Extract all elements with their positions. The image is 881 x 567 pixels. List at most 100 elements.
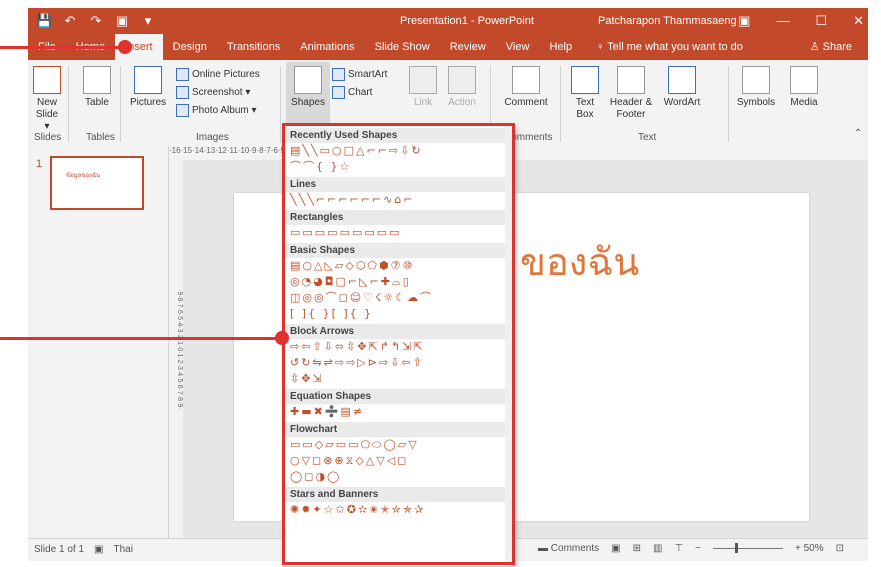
media-button[interactable]: Media [784, 66, 824, 109]
new-slide-button[interactable]: New Slide ▾ [32, 66, 62, 133]
chart-icon [332, 86, 345, 99]
photo-album-button[interactable]: Photo Album ▾ [176, 104, 257, 117]
callout-dot-shapes [275, 331, 289, 345]
ribbon-tabs: File Home Insert Design Transitions Anim… [28, 34, 868, 60]
screenshot-button[interactable]: Screenshot ▾ [176, 86, 250, 99]
language-indicator[interactable]: Thai [114, 544, 133, 555]
fit-slide-icon[interactable]: ⊡ [836, 543, 844, 554]
new-slide-icon [33, 66, 61, 94]
shapes-label: Shapes [291, 97, 325, 108]
shape-row[interactable]: ◯◻◑◯ [284, 469, 513, 485]
header-footer-button[interactable]: Header & Footer [608, 66, 654, 121]
slide-title-text[interactable]: ของฉัน [520, 231, 639, 292]
screenshot-label: Screenshot ▾ [192, 87, 251, 98]
shape-row[interactable]: ⇨⇦⇧⇩⬄⇳✥⇱↱↰⇲⇱ [284, 339, 513, 355]
shape-row[interactable]: ⇳✥⇲ [284, 371, 513, 387]
title-bar: 💾 ↶ ↷ ▣ ▾ Presentation1 - PowerPoint Pat… [28, 8, 868, 34]
link-label: Link [413, 97, 433, 108]
shape-row[interactable]: ⌒⌒{ }☆ [284, 159, 513, 175]
shape-row[interactable]: ▭▭◇▱▭▭⬠⬭◯▱▽ [284, 437, 513, 453]
tab-view[interactable]: View [496, 34, 540, 60]
shape-row[interactable]: ◎◔◕◘▢⌐◺⌐✚⌓▯ [284, 274, 513, 290]
shape-row[interactable]: ◫◎◎⌒◻☺♡☇☼☾☁⌒ [284, 290, 513, 306]
comment-label: Comment [504, 97, 548, 108]
group-label-slides: Slides [34, 132, 62, 143]
comment-icon: ▬ [538, 543, 551, 554]
slideshow-icon[interactable]: ⊤ [674, 543, 683, 554]
pictures-button[interactable]: Pictures [128, 66, 168, 109]
undo-icon[interactable]: ↶ [62, 13, 78, 29]
smartart-button[interactable]: SmartArt [332, 68, 387, 81]
maximize-icon[interactable]: ☐ [815, 13, 827, 29]
ribbon-display-icon[interactable]: ▣ [738, 13, 750, 29]
online-pictures-button[interactable]: Online Pictures [176, 68, 260, 81]
smartart-label: SmartArt [348, 69, 388, 80]
table-button[interactable]: Table [80, 66, 114, 109]
user-name[interactable]: Patcharapon Thammasaeng [598, 15, 737, 27]
pictures-icon [134, 66, 162, 94]
callout-line-insert [0, 46, 124, 49]
redo-icon[interactable]: ↷ [88, 13, 104, 29]
chart-button[interactable]: Chart [332, 86, 372, 99]
gallery-section-header: Rectangles [284, 210, 513, 225]
media-label: Media [790, 97, 818, 108]
close-icon[interactable]: ✕ [853, 13, 864, 29]
comments-button[interactable]: ▬ Comments [538, 543, 599, 554]
photo-album-icon [176, 104, 189, 117]
wordart-label: WordArt [663, 97, 701, 108]
start-from-beginning-icon[interactable]: ▣ [114, 13, 130, 29]
shape-row[interactable]: ✚▬✖➗▤≠ [284, 404, 513, 420]
symbols-label: Symbols [736, 97, 776, 108]
symbols-button[interactable]: Symbols [734, 66, 778, 109]
tab-slide-show[interactable]: Slide Show [365, 34, 440, 60]
shape-row[interactable]: ╲╲╲⌐⌐⌐⌐⌐⌐∿⌂⌐ [284, 192, 513, 208]
gallery-section-header: Equation Shapes [284, 389, 513, 404]
zoom-level[interactable]: + 50% [795, 543, 824, 554]
shape-row[interactable]: ○▽◻⊗⊕⧖◇△▽◁◻ [284, 453, 513, 469]
tab-animations[interactable]: Animations [290, 34, 364, 60]
divider [120, 66, 121, 142]
shape-row[interactable]: ▤╲╲▭○□△⌐⌐⇨⇩↻ [284, 143, 513, 159]
normal-view-icon[interactable]: ▣ [611, 543, 620, 554]
group-label-images: Images [196, 132, 229, 143]
zoom-out-icon[interactable]: − [695, 543, 701, 554]
link-button[interactable]: Link [406, 66, 440, 109]
shape-row[interactable]: [ ]{ }[ ]{ } [284, 306, 513, 322]
shapes-button[interactable]: Shapes [288, 66, 328, 109]
tab-design[interactable]: Design [163, 34, 217, 60]
slide-thumbnails-pane: 1 ข้อมูลของฉัน [28, 146, 169, 538]
shape-row[interactable]: ▤○△◺▱◇⬡⬠⬢⑦⑩ [284, 258, 513, 274]
online-pictures-label: Online Pictures [192, 69, 260, 80]
shape-row[interactable]: ▭▭▭▭▭▭▭▭▭ [284, 225, 513, 241]
zoom-slider[interactable] [713, 543, 783, 553]
reading-view-icon[interactable]: ▥ [653, 543, 662, 554]
tab-help[interactable]: Help [539, 34, 582, 60]
customize-toolbar-icon[interactable]: ▾ [140, 13, 156, 29]
slide-number: 1 [36, 158, 43, 170]
spellcheck-icon[interactable]: ▣ [94, 544, 103, 555]
slide-thumbnail[interactable]: ข้อมูลของฉัน [50, 156, 144, 210]
gallery-section-header: Lines [284, 177, 513, 192]
speaker-icon [790, 66, 818, 94]
slide-sorter-icon[interactable]: ⊞ [633, 543, 641, 554]
wordart-button[interactable]: WordArt [660, 66, 704, 109]
shapes-gallery-dropdown: Recently Used Shapes ▤╲╲▭○□△⌐⌐⇨⇩↻ ⌒⌒{ }☆ Li… [283, 125, 514, 567]
shape-row[interactable]: ✺✹✦☆✩✪✫✬✭✮✯✰ [284, 502, 513, 518]
save-icon[interactable]: 💾 [36, 13, 52, 29]
tab-review[interactable]: Review [440, 34, 496, 60]
vertical-ruler: ·9·8·7·6·5·4·3·2·1·0·1·2·3·4·5·6·7·8·9· [169, 160, 183, 538]
gallery-scrollbar[interactable] [505, 126, 513, 566]
photo-album-label: Photo Album ▾ [192, 105, 257, 116]
text-box-button[interactable]: Text Box [568, 66, 602, 121]
online-pictures-icon [176, 68, 189, 81]
pictures-label: Pictures [129, 97, 167, 108]
share-button[interactable]: ♙ Share [800, 34, 862, 60]
shape-row[interactable]: ↺↻⇋⇌⇨⇨▷⊳⇨⇩⇦⇧ [284, 355, 513, 371]
action-button[interactable]: Action [444, 66, 480, 109]
tab-transitions[interactable]: Transitions [217, 34, 290, 60]
omega-icon [742, 66, 770, 94]
minimize-icon[interactable]: — [776, 13, 789, 29]
collapse-ribbon-icon[interactable]: ⌃ [854, 128, 862, 139]
comment-button[interactable]: Comment [498, 66, 554, 109]
tell-me-search[interactable]: ♀ Tell me what you want to do [586, 34, 753, 60]
